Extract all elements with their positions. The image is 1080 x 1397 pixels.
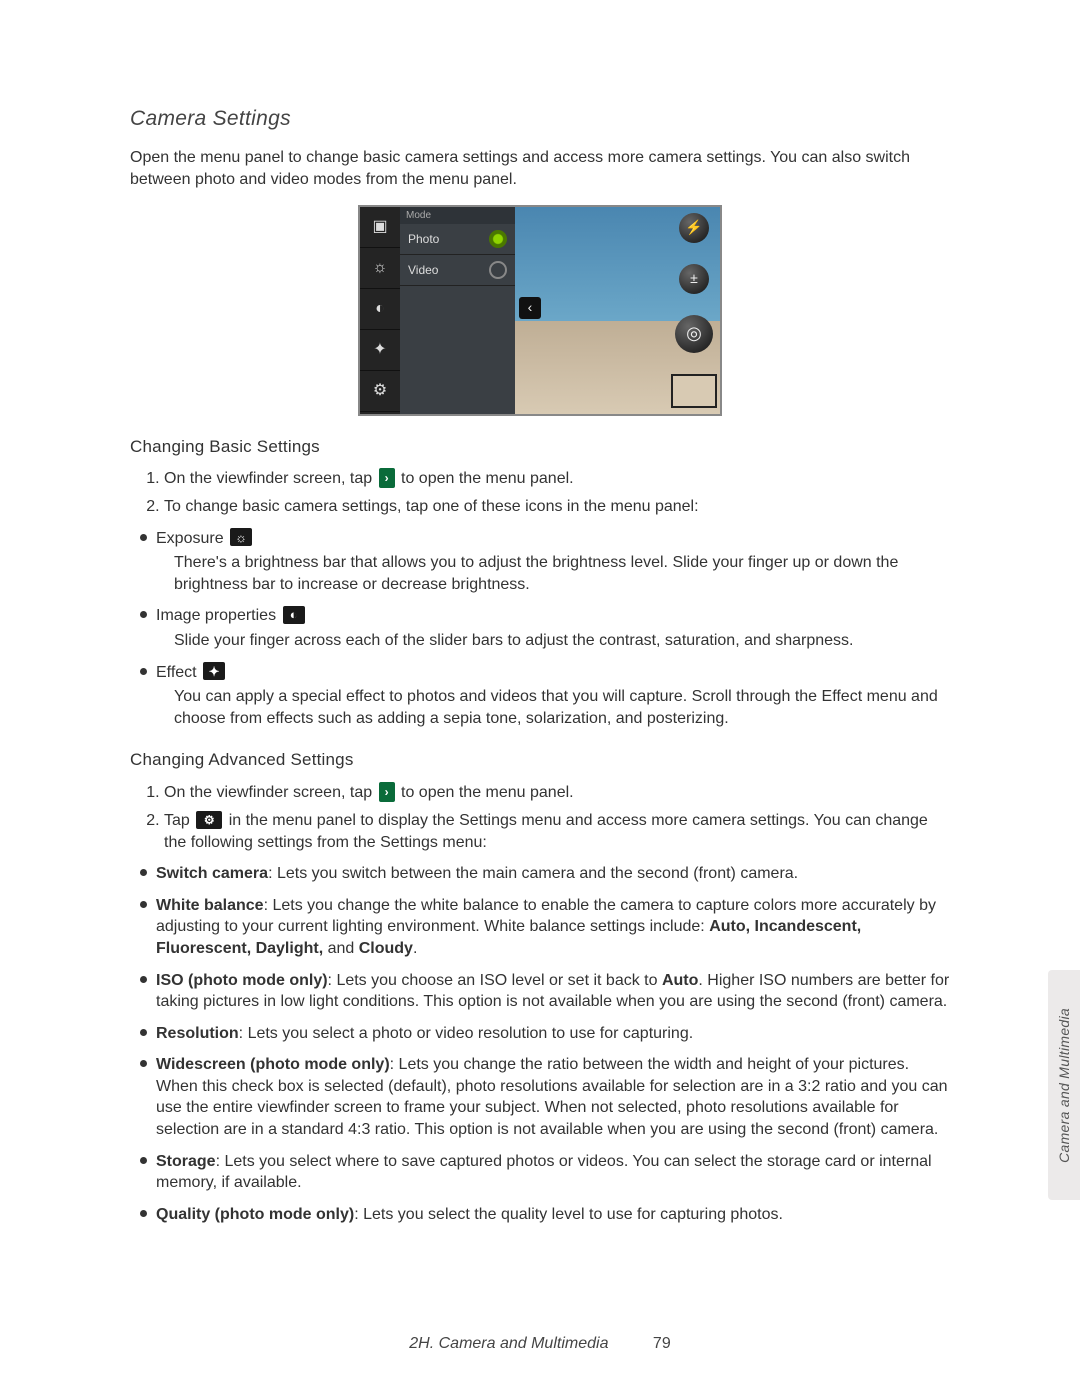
item-label: Quality (photo mode only) (156, 1206, 354, 1223)
image-props-item: Image properties ◐ Slide your finger acr… (140, 605, 950, 651)
exposure-toggle-icon: ± (679, 264, 709, 294)
section-title: Camera Settings (130, 105, 950, 133)
side-tab: Camera and Multimedia (1048, 970, 1080, 1200)
contrast-circle-icon: ◐ (283, 606, 305, 624)
widescreen-item: Widescreen (photo mode only): Lets you c… (140, 1054, 950, 1140)
step-text: Tap (164, 812, 190, 829)
page-footer: 2H. Camera and Multimedia 79 (0, 1333, 1080, 1355)
item-text: and (323, 940, 359, 957)
item-options: Auto (662, 972, 698, 989)
effect-icon: ✦ (360, 330, 400, 371)
item-label: Widescreen (photo mode only) (156, 1056, 390, 1073)
item-text: : Lets you select a photo or video resol… (239, 1025, 694, 1042)
item-label: ISO (photo mode only) (156, 972, 328, 989)
item-desc: You can apply a special effect to photos… (174, 686, 950, 729)
item-text: : Lets you select where to save captured… (156, 1153, 932, 1192)
step-text: On the viewfinder screen, tap (164, 470, 372, 487)
settings-gear-icon: ⚙ (196, 811, 222, 829)
manual-page: Camera Settings Open the menu panel to c… (0, 0, 1080, 1295)
item-text: : Lets you select the quality level to u… (354, 1206, 783, 1223)
item-options: Cloudy (359, 940, 413, 957)
mode-photo-label: Photo (408, 231, 439, 247)
screenshot-figure: ▣ ☼ ◐ ✦ ⚙ Mode Photo Video ‹ (130, 205, 950, 416)
item-label: Switch camera (156, 865, 268, 882)
item-label: Storage (156, 1153, 216, 1170)
item-label: Effect (156, 664, 197, 681)
item-text: : Lets you switch between the main camer… (268, 865, 798, 882)
mode-photo-row: Photo (400, 224, 515, 255)
contrast-icon: ◐ (360, 289, 400, 330)
step-text: On the viewfinder screen, tap (164, 784, 372, 801)
brightness-icon: ☼ (360, 248, 400, 289)
step-text: to open the menu panel. (401, 470, 574, 487)
side-tab-label: Camera and Multimedia (1055, 1008, 1074, 1163)
radio-off-icon (489, 261, 507, 279)
footer-page-number: 79 (653, 1335, 671, 1352)
advanced-bullets: Switch camera: Lets you switch between t… (130, 863, 950, 1225)
intro-text: Open the menu panel to change basic came… (130, 147, 950, 190)
basic-steps: On the viewfinder screen, tap › to open … (130, 468, 950, 517)
shutter-button-icon: ◎ (675, 315, 713, 353)
open-panel-chevron-icon: › (379, 782, 395, 802)
basic-step-1: On the viewfinder screen, tap › to open … (164, 468, 950, 490)
radio-on-icon (489, 230, 507, 248)
camera-icon: ▣ (360, 207, 400, 248)
item-text: : Lets you choose an ISO level or set it… (328, 972, 662, 989)
collapse-chevron-icon: ‹ (519, 297, 541, 319)
resolution-item: Resolution: Lets you select a photo or v… (140, 1023, 950, 1045)
footer-chapter: 2H. Camera and Multimedia (409, 1335, 608, 1352)
item-label: Exposure (156, 530, 224, 547)
exposure-item: Exposure ☼ There's a brightness bar that… (140, 528, 950, 596)
white-balance-item: White balance: Lets you change the white… (140, 895, 950, 960)
left-icon-rail: ▣ ☼ ◐ ✦ ⚙ (360, 207, 400, 414)
switch-camera-item: Switch camera: Lets you switch between t… (140, 863, 950, 885)
item-desc: Slide your finger across each of the sli… (174, 630, 950, 652)
advanced-heading: Changing Advanced Settings (130, 749, 950, 772)
advanced-step-2: Tap ⚙ in the menu panel to display the S… (164, 810, 950, 853)
mode-header: Mode (400, 207, 515, 225)
quality-item: Quality (photo mode only): Lets you sele… (140, 1204, 950, 1226)
mode-panel: Mode Photo Video (400, 207, 515, 414)
item-label: Image properties (156, 607, 276, 624)
advanced-step-1: On the viewfinder screen, tap › to open … (164, 782, 950, 804)
effect-wand-icon: ✦ (203, 662, 225, 680)
basic-bullets: Exposure ☼ There's a brightness bar that… (130, 528, 950, 730)
step-text: to open the menu panel. (401, 784, 574, 801)
storage-item: Storage: Lets you select where to save c… (140, 1151, 950, 1194)
basic-step-2: To change basic camera settings, tap one… (164, 496, 950, 518)
open-panel-chevron-icon: › (379, 468, 395, 488)
mode-video-label: Video (408, 262, 438, 278)
viewfinder: ‹ ⚡ ± ◎ (515, 207, 720, 414)
settings-gear-icon: ⚙ (360, 371, 400, 412)
camera-app-screenshot: ▣ ☼ ◐ ✦ ⚙ Mode Photo Video ‹ (358, 205, 722, 416)
step-text: in the menu panel to display the Setting… (164, 812, 928, 851)
item-label: Resolution (156, 1025, 239, 1042)
item-desc: There's a brightness bar that allows you… (174, 552, 950, 595)
advanced-steps: On the viewfinder screen, tap › to open … (130, 782, 950, 853)
basic-heading: Changing Basic Settings (130, 436, 950, 459)
flash-icon: ⚡ (679, 213, 709, 243)
brightness-sun-icon: ☼ (230, 528, 252, 546)
gallery-thumb-icon (671, 374, 717, 408)
item-label: White balance (156, 897, 264, 914)
mode-video-row: Video (400, 255, 515, 286)
effect-item: Effect ✦ You can apply a special effect … (140, 662, 950, 730)
iso-item: ISO (photo mode only): Lets you choose a… (140, 970, 950, 1013)
right-control-rail: ⚡ ± ◎ (674, 213, 714, 408)
